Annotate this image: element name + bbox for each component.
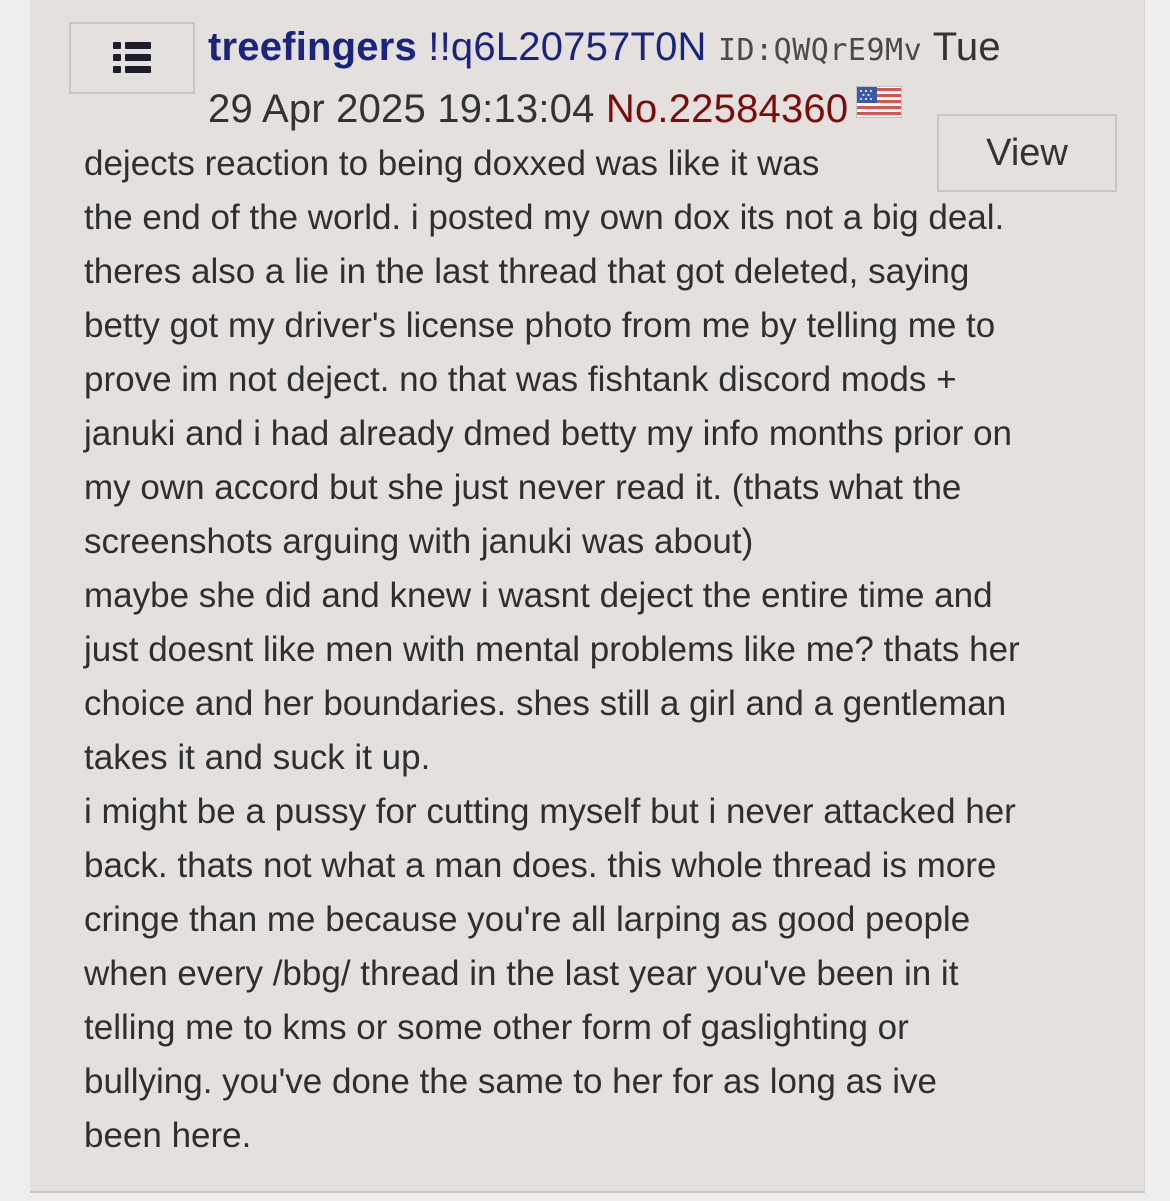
post-menu-button[interactable] — [69, 22, 195, 94]
message-line: januki and i had already dmed betty my i… — [84, 414, 1013, 453]
post-date-time: 29 Apr 2025 19:13:04 — [208, 87, 595, 131]
message-line: been here. — [84, 1116, 252, 1155]
poster-id[interactable]: ID:QWQrE9Mv — [718, 33, 922, 68]
post-message: dejects reaction to being doxxed was lik… — [84, 137, 1136, 1163]
message-line: i might be a pussy for cutting myself bu… — [84, 792, 1016, 831]
message-line: screenshots arguing with januki was abou… — [84, 522, 754, 561]
post-number-link[interactable]: No.22584360 — [606, 87, 848, 131]
reply-post: treefingers !!q6L20757T0N ID:QWQrE9Mv Tu… — [30, 0, 1145, 1193]
message-line: dejects reaction to being doxxed was lik… — [84, 144, 820, 183]
message-line: theres also a lie in the last thread tha… — [84, 252, 970, 291]
message-line: choice and her boundaries. shes still a … — [84, 684, 1007, 723]
message-line: just doesnt like men with mental problem… — [84, 630, 1020, 669]
message-line: betty got my driver's license photo from… — [84, 306, 996, 345]
message-line: cringe than me because you're all larpin… — [84, 900, 971, 939]
message-line: the end of the world. i posted my own do… — [84, 198, 1005, 237]
poster-tripcode: !!q6L20757T0N — [428, 25, 707, 69]
message-line: takes it and suck it up. — [84, 738, 431, 777]
message-line: my own accord but she just never read it… — [84, 468, 962, 507]
poster-name[interactable]: treefingers — [208, 25, 417, 69]
message-line: when every /bbg/ thread in the last year… — [84, 954, 959, 993]
us-flag-icon — [855, 85, 903, 119]
message-line: bullying. you've done the same to her fo… — [84, 1062, 938, 1101]
list-icon — [113, 42, 151, 73]
message-line: prove im not deject. no that was fishtan… — [84, 360, 957, 399]
post-date-day: Tue — [932, 25, 1001, 69]
message-line: telling me to kms or some other form of … — [84, 1008, 909, 1047]
message-line: maybe she did and knew i wasnt deject th… — [84, 576, 993, 615]
message-line: back. thats not what a man does. this wh… — [84, 846, 997, 885]
